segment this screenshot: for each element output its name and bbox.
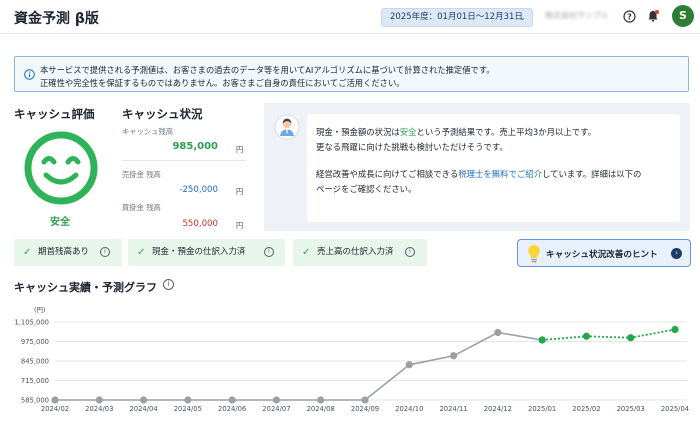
x-tick-label: 2024/12 — [484, 405, 512, 413]
y-tick-label: 845,000 — [21, 358, 49, 366]
hint-button-label: キャッシュ状況改善のヒント — [546, 250, 658, 260]
checkmark-icon: ✓ — [23, 247, 32, 258]
x-tick-label: 2024/10 — [395, 405, 423, 413]
fiscal-year-select[interactable]: 2025年度：01月01日〜12月31日 ⌄ — [381, 8, 533, 27]
chip-cash-journal: ✓ 現金・預金の仕訳入力済 i — [128, 239, 285, 266]
company-name: 株式会社サンプル — [545, 11, 609, 20]
smiley-face-icon — [22, 129, 100, 211]
assistant-avatar-icon — [274, 114, 300, 144]
x-tick-label: 2025/04 — [661, 405, 689, 413]
cash-balance-label: キャッシュ残高 — [122, 127, 174, 136]
forecast-series-line — [542, 328, 676, 341]
info-icon — [24, 65, 35, 84]
y-tick-label: 975,000 — [21, 338, 49, 346]
fiscal-year-value: 2025年度：01月01日〜12月31日 — [390, 12, 523, 22]
disclaimer-notice: 本サービスで提供される予測値は、お客さまの過去のデータ等を用いてAIアルゴリズム… — [14, 56, 689, 92]
cash-improvement-hint-button[interactable]: キャッシュ状況改善のヒント › — [517, 239, 691, 267]
bell-icon[interactable] — [645, 8, 661, 24]
x-tick-label: 2024/09 — [351, 405, 379, 413]
x-tick-label: 2024/03 — [85, 405, 113, 413]
checkmark-icon: ✓ — [137, 247, 146, 258]
chevron-down-icon: ⌄ — [519, 13, 526, 22]
chip-label: 売上高の仕訳入力済 — [317, 247, 394, 257]
payable-balance-label: 買掛金 残高 — [122, 203, 161, 212]
info-icon[interactable]: i — [264, 247, 274, 257]
forecast-data-point — [627, 334, 635, 342]
actual-data-point — [184, 396, 192, 404]
x-tick-label: 2024/11 — [439, 405, 467, 413]
x-tick-label: 2025/03 — [617, 405, 645, 413]
tax-accountant-link[interactable]: 税理士を無料でご紹介 — [458, 169, 542, 179]
notice-line-1: 本サービスで提供される予測値は、お客さまの過去のデータ等を用いてAIアルゴリズム… — [40, 65, 495, 75]
actual-data-point — [494, 328, 502, 337]
actual-data-point — [449, 352, 458, 360]
divider — [122, 160, 246, 161]
actual-data-point — [95, 396, 103, 404]
y-axis-unit-label: (円) — [34, 306, 46, 314]
cash-evaluation-label: 安全 — [50, 217, 70, 228]
info-icon[interactable]: i — [100, 247, 110, 257]
chip-label: 期首残高あり — [38, 247, 90, 257]
y-tick-label: 715,000 — [21, 377, 49, 385]
cash-evaluation-title: キャッシュ評価 — [14, 107, 95, 121]
actual-data-point — [228, 396, 236, 404]
advice-text: 現金・預金額の状況は — [316, 127, 400, 137]
x-tick-label: 2024/02 — [41, 405, 69, 413]
x-tick-label: 2025/02 — [572, 405, 600, 413]
actual-data-point — [317, 396, 325, 404]
x-tick-label: 2025/01 — [528, 405, 556, 413]
notice-line-2: 正確性や完全性を保証するものではありません。お客さまご自身の責任においてご活用く… — [40, 78, 405, 88]
forecast-data-point — [582, 332, 591, 340]
info-icon[interactable]: i — [405, 247, 415, 257]
info-icon[interactable]: i — [163, 279, 174, 290]
receivable-balance-label: 売掛金 残高 — [122, 170, 161, 179]
advice-text: 経営改善や成長に向けてご相談できる — [316, 169, 459, 179]
advice-text: という予測結果です。売上平均3か月以上です。 — [416, 127, 597, 137]
advice-text: しています。詳細は以下の — [541, 169, 642, 179]
actual-data-point — [51, 396, 59, 404]
advice-line-2: 更なる飛躍に向けた挑戦も検討いただけそうです。 — [316, 142, 508, 152]
actual-series-line — [55, 331, 543, 401]
cash-balance-unit: 円 — [236, 145, 244, 154]
chip-opening-balance: ✓ 期首残高あり i — [14, 239, 122, 266]
payable-balance-unit: 円 — [236, 221, 244, 230]
actual-data-point — [139, 396, 148, 404]
cash-forecast-chart: (円) 585,000 715,000 845,000 975,000 1,105,000… — [14, 306, 689, 413]
advice-line-4: ページをご確認ください。 — [316, 184, 417, 194]
x-tick-label: 2024/04 — [129, 405, 157, 413]
app-title: 資金予測 β版 — [14, 11, 99, 27]
actual-data-point — [272, 396, 281, 404]
chart-title: キャッシュ実績・予測グラフ — [14, 281, 157, 294]
help-icon[interactable]: ? — [621, 8, 637, 24]
y-tick-label: 585,000 — [21, 397, 49, 405]
lightbulb-icon — [527, 244, 541, 268]
advice-line-3: 経営改善や成長に向けてご相談できる税理士を無料でご紹介しています。詳細は以下の — [316, 168, 641, 180]
actual-data-point — [405, 361, 413, 369]
cash-balance-value: 985,000 — [172, 141, 218, 152]
receivable-balance-unit: 円 — [236, 187, 244, 196]
x-tick-label: 2024/08 — [307, 405, 335, 413]
chip-label: 現金・預金の仕訳入力済 — [152, 247, 246, 257]
actual-data-point — [361, 396, 369, 404]
app-header: 資金予測 β版 2025年度：01月01日〜12月31日 ⌄ 株式会社サンプル … — [0, 0, 700, 34]
checkmark-icon: ✓ — [302, 247, 311, 258]
y-tick-label: 1,105,000 — [14, 319, 49, 327]
arrow-right-icon: › — [671, 248, 682, 259]
forecast-data-point — [671, 325, 679, 334]
forecast-data-point — [538, 336, 546, 344]
x-tick-label: 2024/07 — [262, 405, 290, 413]
payable-balance-value: 550,000 — [182, 219, 218, 229]
avatar[interactable]: S — [672, 5, 694, 27]
x-tick-label: 2024/05 — [174, 405, 202, 413]
advice-line-1: 現金・預金額の状況は安全という予測結果です。売上平均3か月以上です。 — [316, 126, 596, 138]
cash-status-title: キャッシュ状況 — [122, 107, 203, 121]
x-tick-label: 2024/06 — [218, 405, 246, 413]
svg-text:?: ? — [627, 12, 632, 21]
advice-safe-highlight: 安全 — [399, 127, 417, 137]
receivable-balance-value: -250,000 — [179, 185, 218, 195]
chip-sales-journal: ✓ 売上高の仕訳入力済 i — [293, 239, 427, 266]
